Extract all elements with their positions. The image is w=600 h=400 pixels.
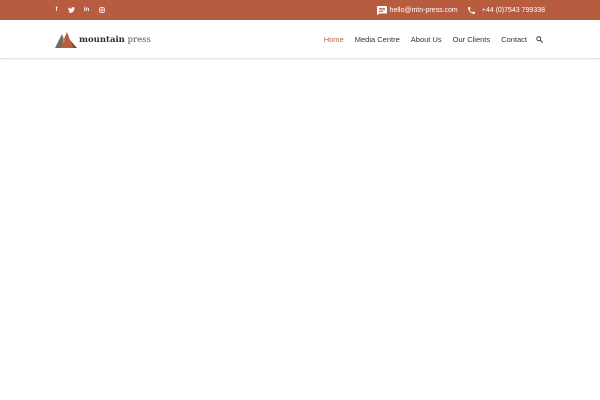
- social-links: f in: [52, 0, 106, 20]
- phone-icon: [466, 0, 478, 20]
- logo[interactable]: mountain press: [55, 30, 151, 50]
- nav-our-clients[interactable]: Our Clients: [453, 35, 491, 44]
- mountain-logo-icon: [55, 32, 77, 48]
- facebook-icon[interactable]: f: [52, 0, 61, 20]
- contact-info: hello@mtn-press.com +44 (0)7543 799338: [376, 0, 545, 20]
- page-content: [0, 60, 600, 400]
- email-link[interactable]: hello@mtn-press.com: [390, 7, 458, 14]
- linkedin-icon[interactable]: in: [82, 0, 91, 20]
- nav-contact[interactable]: Contact: [501, 35, 527, 44]
- logo-wordmark: mountain press: [79, 35, 151, 45]
- nav-media-centre[interactable]: Media Centre: [355, 35, 400, 44]
- nav-home[interactable]: Home: [324, 35, 344, 44]
- nav-about-us[interactable]: About Us: [411, 35, 442, 44]
- chat-icon: [376, 0, 388, 20]
- twitter-icon[interactable]: [67, 0, 76, 20]
- phone-link[interactable]: +44 (0)7543 799338: [482, 7, 545, 14]
- instagram-icon[interactable]: [97, 0, 106, 20]
- search-icon[interactable]: [535, 36, 543, 44]
- top-bar: f in hello@mtn-press.com +44 (0)7543 799…: [0, 0, 600, 20]
- main-nav: Home Media Centre About Us Our Clients C…: [313, 20, 543, 59]
- site-header: mountain press Home Media Centre About U…: [0, 20, 600, 59]
